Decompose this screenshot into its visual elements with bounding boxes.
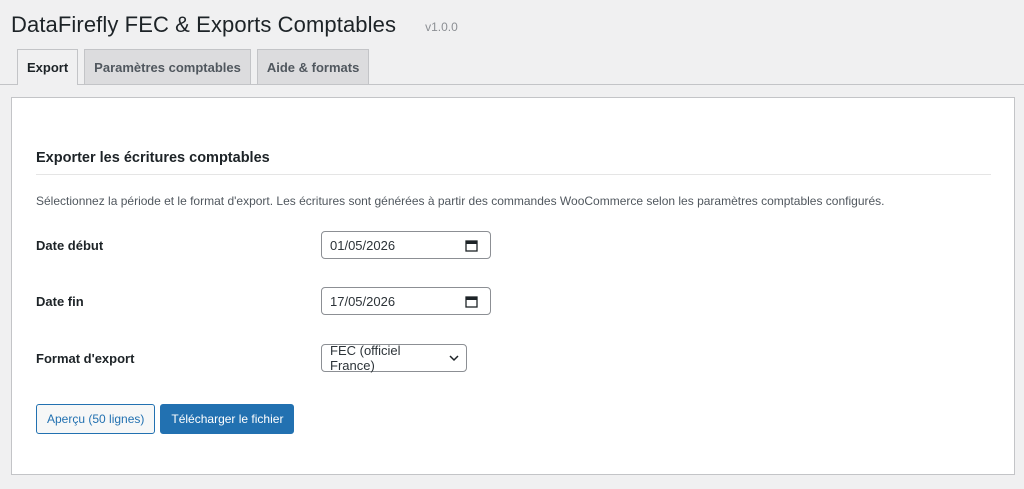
preview-button[interactable]: Aperçu (50 lignes) bbox=[36, 404, 156, 434]
tab-help-formats[interactable]: Aide & formats bbox=[256, 49, 370, 84]
end-date-row: Date fin 17/05/2026 bbox=[36, 287, 491, 315]
export-card: Exporter les écritures comptables Sélect… bbox=[11, 97, 1015, 475]
end-date-label: Date fin bbox=[36, 293, 84, 309]
format-row: Format d'export FEC (officiel France) bbox=[36, 343, 467, 373]
page-header: DataFirefly FEC & Exports Comptables v1.… bbox=[11, 12, 458, 38]
format-select[interactable]: FEC (officiel France) bbox=[321, 343, 467, 373]
action-buttons: Aperçu (50 lignes) Télécharger le fichie… bbox=[36, 404, 295, 434]
format-label: Format d'export bbox=[36, 350, 135, 366]
start-date-row: Date début 01/05/2026 bbox=[36, 231, 491, 259]
end-date-input[interactable]: 17/05/2026 bbox=[321, 287, 491, 315]
tab-accounting-settings[interactable]: Paramètres comptables bbox=[84, 49, 251, 84]
section-title: Exporter les écritures comptables bbox=[36, 150, 270, 166]
chevron-down-icon bbox=[448, 352, 460, 364]
calendar-icon[interactable] bbox=[465, 295, 478, 308]
section-description: Sélectionnez la période et le format d'e… bbox=[36, 194, 885, 208]
section-divider bbox=[36, 174, 991, 175]
start-date-label: Date début bbox=[36, 237, 104, 253]
start-date-input[interactable]: 01/05/2026 bbox=[321, 231, 491, 259]
format-value: FEC (officiel France) bbox=[330, 343, 401, 373]
nav-tabs: Export Paramètres comptables Aide & form… bbox=[0, 49, 1024, 85]
calendar-icon[interactable] bbox=[465, 239, 478, 252]
download-button[interactable]: Télécharger le fichier bbox=[160, 404, 295, 434]
admin-page: DataFirefly FEC & Exports Comptables v1.… bbox=[0, 0, 1024, 489]
page-title: DataFirefly FEC & Exports Comptables bbox=[11, 12, 397, 37]
end-date-value: 17/05/2026 bbox=[330, 293, 396, 309]
start-date-value: 01/05/2026 bbox=[330, 237, 396, 253]
tab-export[interactable]: Export bbox=[17, 49, 79, 85]
version-label: v1.0.0 bbox=[425, 20, 458, 34]
